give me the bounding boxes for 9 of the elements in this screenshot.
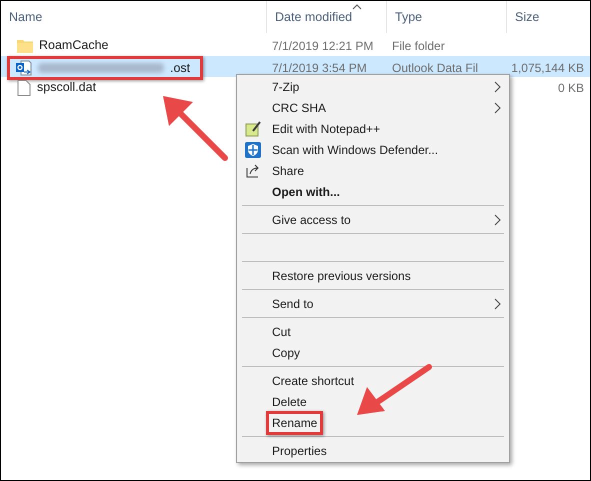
file-name: RoamCache [39,37,108,54]
file-size: 1,075,144 KB [511,61,584,75]
file-type: File folder [392,38,445,52]
file-type: Outlook Data Fil [392,61,478,75]
date-modified: 7/1/2019 12:21 PM [272,38,374,52]
file-name: spscoll.dat [37,79,96,96]
date-modified: 7/1/2019 3:54 PM [272,61,367,75]
file-size: 0 KB [558,80,584,94]
file-name: .ost [170,60,190,77]
